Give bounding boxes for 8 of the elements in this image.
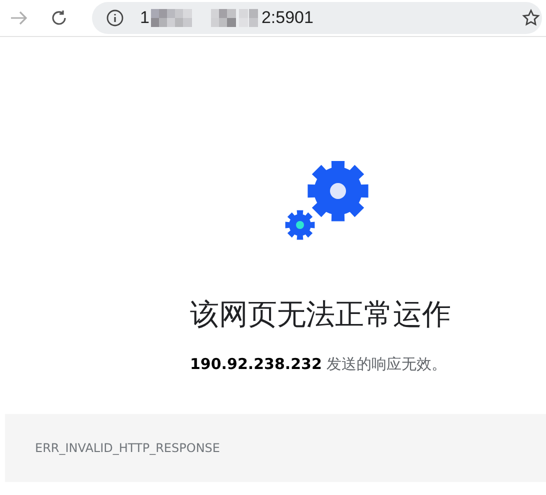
reload-icon: [50, 9, 68, 27]
error-message: 190.92.238.232 发送的响应无效。: [190, 355, 447, 374]
info-icon: [106, 9, 124, 27]
arrow-icon: [9, 10, 29, 26]
star-icon: [522, 9, 540, 27]
error-title: 该网页无法正常运作: [190, 296, 451, 333]
address-bar[interactable]: 1 2:5901: [92, 2, 542, 34]
error-code: ERR_INVALID_HTTP_RESPONSE: [35, 441, 220, 455]
